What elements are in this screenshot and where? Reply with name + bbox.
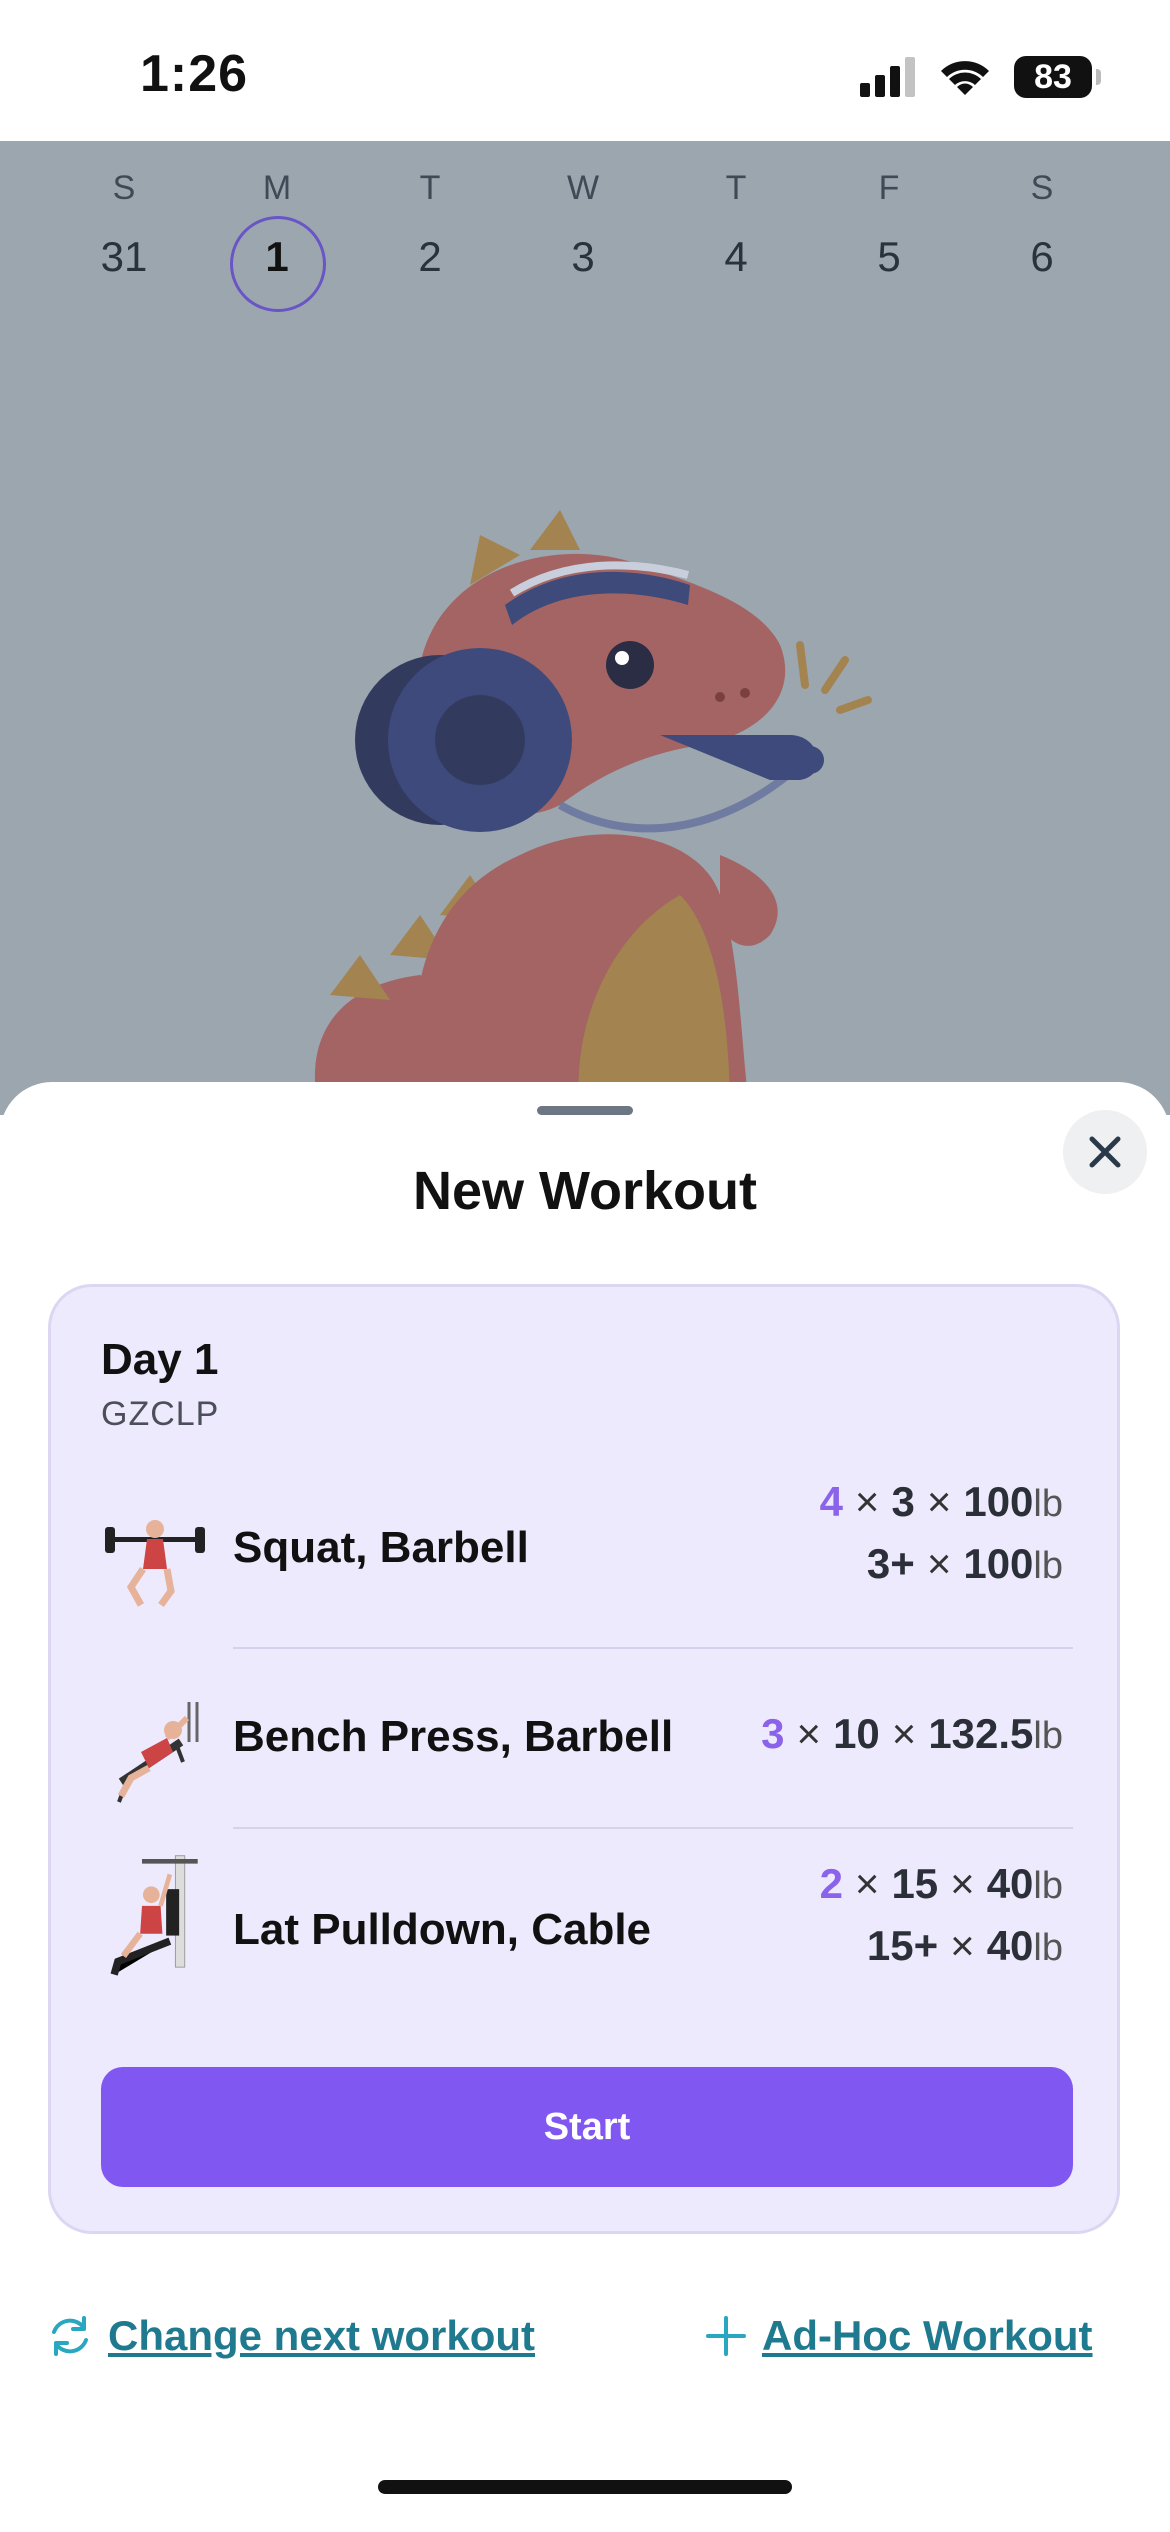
divider — [233, 1647, 1073, 1649]
program-name: GZCLP — [101, 1395, 220, 1433]
weight-unit: lb — [1033, 1545, 1063, 1587]
set-count: 4 — [819, 1478, 843, 1525]
calendar-day-selected[interactable]: M 1 — [207, 141, 347, 335]
set-reps: 10 — [833, 1710, 880, 1757]
wifi-icon — [941, 61, 989, 95]
set-reps: 15+ — [866, 1922, 939, 1969]
weight-unit: lb — [1033, 1715, 1063, 1757]
set-weight: 100 — [963, 1478, 1034, 1525]
status-icons: 83 — [860, 52, 1101, 102]
calendar-day-number: 6 — [1030, 233, 1054, 280]
calendar-day-number: 4 — [724, 233, 748, 280]
calendar-day[interactable]: S 31 — [54, 141, 194, 335]
ad-hoc-workout-link[interactable]: Ad-Hoc Workout — [704, 2312, 1093, 2360]
home-indicator — [378, 2480, 792, 2494]
status-bar: 1:26 83 — [0, 0, 1170, 141]
set-weight: 40 — [986, 1922, 1034, 1969]
week-calendar: S 31 M 1 T 2 W 3 T 4 F 5 S 6 — [0, 141, 1170, 337]
calendar-day-letter: T — [419, 169, 441, 207]
set-line: 3 × 10 × 132.5lb — [761, 1710, 1063, 1757]
weight-unit: lb — [1033, 1927, 1063, 1969]
status-time: 1:26 — [140, 45, 249, 103]
ad-hoc-workout-label[interactable]: Ad-Hoc Workout — [762, 2312, 1093, 2360]
exercise-sets: 3 × 10 × 132.5lb — [761, 1704, 1063, 1766]
set-line: 15+ × 40lb — [866, 1922, 1063, 1969]
calendar-day-number: 3 — [571, 233, 595, 280]
squat-exercise-icon — [105, 1520, 205, 1608]
lat-pulldown-exercise-icon — [110, 1855, 198, 1976]
set-reps: 15 — [891, 1860, 939, 1907]
calendar-day[interactable]: T 2 — [360, 141, 500, 335]
set-weight: 40 — [986, 1860, 1034, 1907]
divider — [233, 1827, 1073, 1829]
exercise-name: Squat, Barbell — [233, 1523, 529, 1572]
set-line: 4 × 3 × 100lb — [819, 1478, 1063, 1525]
set-count: 2 — [819, 1860, 843, 1907]
sheet-title: New Workout — [412, 1161, 757, 1221]
calendar-day-letter: W — [566, 169, 600, 207]
set-line: 3+ × 100lb — [866, 1540, 1063, 1587]
calendar-day-number: 5 — [877, 233, 901, 280]
dinosaur-mascot-icon — [314, 510, 872, 1115]
set-reps: 3 — [891, 1478, 915, 1525]
calendar-day-number: 31 — [100, 233, 148, 280]
cellular-signal-icon — [860, 57, 915, 97]
exercise-name: Bench Press, Barbell — [233, 1712, 674, 1761]
exercise-sets: 4 × 3 × 100lb 3+ × 100lb — [820, 1472, 1063, 1596]
calendar-day[interactable]: T 4 — [666, 141, 806, 335]
workout-card: Day 1 GZCLP Squat, Barbell 4 × 3 × 100lb 3+ ×… — [48, 1284, 1120, 2234]
calendar-day-letter: M — [262, 169, 292, 207]
calendar-day-letter: S — [112, 169, 136, 207]
calendar-day-letter: T — [725, 169, 747, 207]
calendar-day-letter: S — [1030, 169, 1054, 207]
calendar-day[interactable]: W 3 — [513, 141, 653, 335]
set-weight: 132.5 — [928, 1710, 1034, 1757]
calendar-day[interactable]: S 6 — [972, 141, 1112, 335]
refresh-icon — [52, 2316, 88, 2356]
change-next-workout-link[interactable]: Change next workout — [46, 2312, 535, 2360]
calendar-day-number: 2 — [418, 233, 442, 280]
workout-day-title: Day 1 — [101, 1335, 219, 1384]
calendar-day[interactable]: F 5 — [819, 141, 959, 335]
battery-icon: 83 — [1014, 56, 1101, 98]
weight-unit: lb — [1033, 1483, 1063, 1525]
exercise-sets: 2 × 15 × 40lb 15+ × 40lb — [820, 1854, 1063, 1978]
new-workout-sheet: New Workout Day 1 GZCLP Squat, Barbell 4… — [0, 1082, 1170, 2532]
sheet-grabber[interactable] — [537, 1106, 633, 1115]
start-button[interactable]: Start — [101, 2067, 1073, 2187]
bench-press-exercise-icon — [117, 1702, 199, 1803]
set-line: 2 × 15 × 40lb — [819, 1860, 1063, 1907]
set-count: 3 — [761, 1710, 785, 1757]
set-weight: 100 — [963, 1540, 1034, 1587]
weight-unit: lb — [1033, 1865, 1063, 1907]
mascot-illustration-area — [0, 335, 1170, 1115]
change-next-workout-label[interactable]: Change next workout — [108, 2312, 535, 2360]
set-reps: 3+ — [866, 1540, 915, 1587]
plus-icon — [706, 2316, 746, 2356]
exercise-name: Lat Pulldown, Cable — [233, 1905, 652, 1954]
calendar-day-number: 1 — [265, 233, 289, 280]
calendar-day-letter: F — [878, 169, 900, 207]
